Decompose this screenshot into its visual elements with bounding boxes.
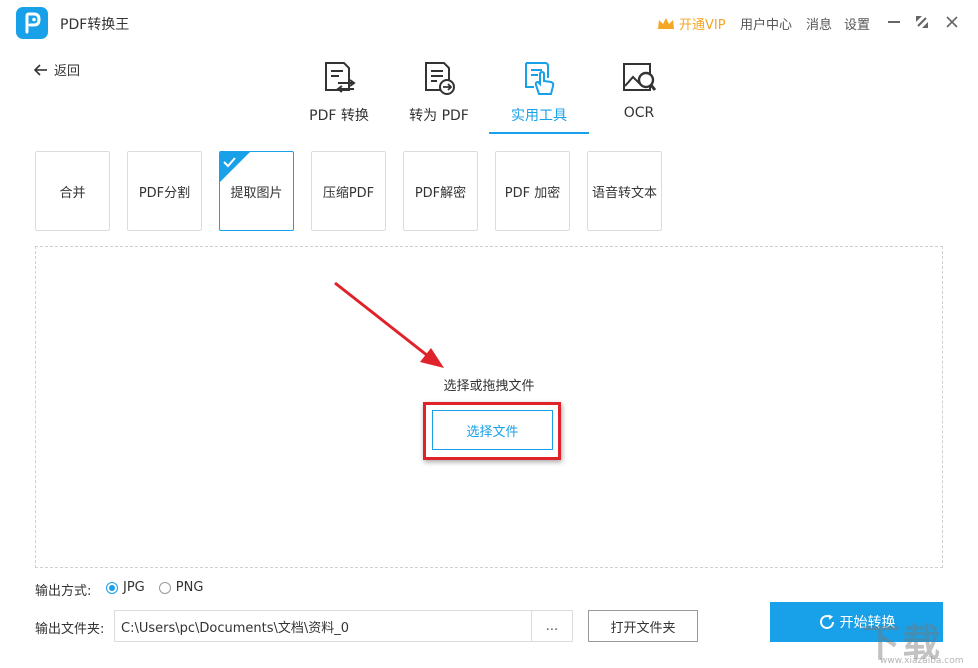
title-bar: PDF转换王 开通VIP 用户中心 消息 设置 [0, 0, 978, 46]
vip-label: 开通VIP [679, 18, 726, 33]
tool-card-label: PDF分割 [138, 185, 191, 201]
tool-card-split[interactable]: PDF分割 [127, 151, 202, 231]
tab-label: PDF 转换 [309, 108, 369, 124]
tab-tools[interactable]: 实用工具 [489, 58, 589, 134]
minimize-button[interactable] [886, 14, 902, 30]
restore-button[interactable] [914, 14, 930, 30]
tool-card-label: PDF解密 [414, 185, 467, 201]
tools-icon [525, 62, 555, 95]
pdf-convert-icon [325, 62, 356, 93]
ocr-icon [623, 63, 657, 91]
tool-card-speech-to-text[interactable]: 语音转文本 [587, 151, 662, 231]
minimize-icon [888, 21, 900, 23]
tool-card-encrypt[interactable]: PDF 加密 [495, 151, 570, 231]
tool-card-compress[interactable]: 压缩PDF [311, 151, 386, 231]
app-logo-icon [16, 7, 48, 39]
close-icon [946, 16, 958, 28]
tool-card-label: 提取图片 [230, 185, 283, 201]
tool-card-label: 合并 [59, 185, 86, 201]
browse-button[interactable]: ... [532, 610, 573, 642]
output-format-label: 输出方式: [35, 584, 92, 599]
radio-dot [106, 581, 118, 594]
tab-ocr[interactable]: OCR [589, 58, 689, 134]
vip-button[interactable]: 开通VIP [657, 14, 726, 33]
tab-label: 转为 PDF [409, 108, 469, 124]
tool-card-merge[interactable]: 合并 [35, 151, 110, 231]
file-drop-zone[interactable]: 选择或拖拽文件 选择文件 [35, 246, 943, 568]
restore-icon [916, 16, 928, 28]
close-button[interactable] [944, 14, 960, 30]
drop-hint: 选择或拖拽文件 [443, 379, 535, 394]
to-pdf-icon [425, 62, 455, 95]
radio-jpg[interactable]: JPG [106, 580, 145, 595]
tab-label: OCR [623, 105, 655, 121]
back-label: 返回 [54, 64, 81, 79]
arrow-left-icon [34, 63, 47, 76]
tool-card-decrypt[interactable]: PDF解密 [403, 151, 478, 231]
radio-label: PNG [175, 580, 204, 595]
app-title: PDF转换王 [60, 17, 130, 33]
tool-card-label: PDF 加密 [504, 185, 561, 201]
checkmark-icon [220, 152, 250, 182]
radio-dot [158, 581, 171, 594]
tool-card-extract-images[interactable]: 提取图片 [219, 151, 294, 231]
radio-label: JPG [123, 580, 145, 595]
choose-file-button[interactable]: 选择文件 [432, 410, 553, 450]
watermark-url: www.xiazaiba.com [880, 656, 964, 666]
open-folder-button[interactable]: 打开文件夹 [588, 610, 698, 642]
back-button[interactable]: 返回 [34, 60, 80, 79]
messages-link[interactable]: 消息 [806, 14, 832, 33]
refresh-icon [819, 614, 834, 629]
tool-card-label: 语音转文本 [591, 185, 657, 201]
tab-to-pdf[interactable]: 转为 PDF [389, 58, 489, 134]
user-center-link[interactable]: 用户中心 [740, 14, 792, 33]
tab-pdf-convert[interactable]: PDF 转换 [289, 58, 389, 134]
tool-card-label: 压缩PDF [322, 185, 375, 201]
tab-label: 实用工具 [511, 108, 567, 124]
settings-link[interactable]: 设置 [844, 14, 870, 33]
output-folder-label: 输出文件夹: [35, 622, 105, 637]
output-folder-input[interactable] [114, 610, 532, 642]
highlight-annotation: 选择文件 [423, 402, 561, 460]
output-format-group: JPG PNG [106, 580, 203, 595]
crown-icon [658, 17, 674, 29]
radio-png[interactable]: PNG [158, 580, 204, 595]
